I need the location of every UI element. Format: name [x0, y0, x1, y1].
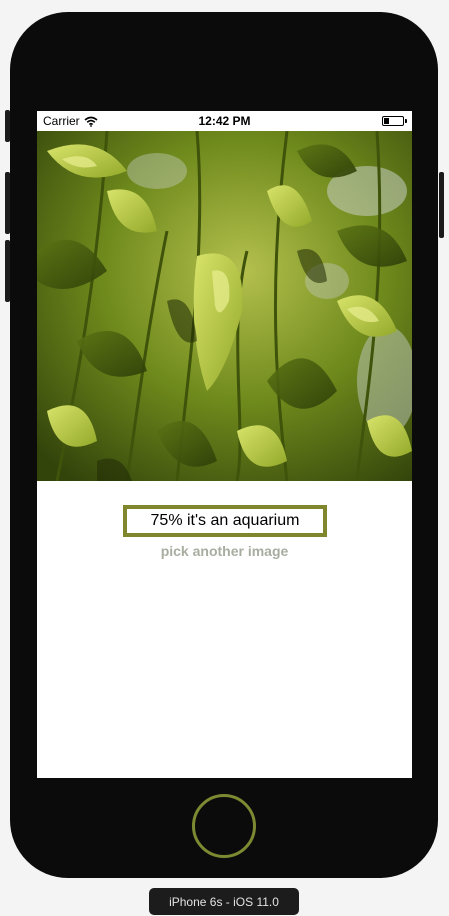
- leaves-photo[interactable]: [37, 131, 412, 481]
- mute-switch[interactable]: [5, 110, 10, 142]
- volume-up-button[interactable]: [5, 172, 10, 234]
- device-label-text: iPhone 6s - iOS 11.0: [169, 894, 279, 909]
- battery-level-fill: [384, 118, 389, 124]
- status-time: 12:42 PM: [198, 114, 251, 128]
- simulator-stage: Carrier 12:42 PM 75% it's an aquarium pi…: [0, 0, 449, 916]
- pick-another-image-button[interactable]: pick another image: [37, 543, 412, 559]
- home-button[interactable]: [192, 794, 256, 858]
- prediction-label: 75% it's an aquarium: [150, 512, 300, 529]
- simulator-device-label: iPhone 6s - iOS 11.0: [149, 888, 299, 915]
- status-bar: Carrier 12:42 PM: [37, 111, 412, 131]
- prediction-result: 75% it's an aquarium: [123, 505, 327, 537]
- volume-down-button[interactable]: [5, 240, 10, 302]
- power-button[interactable]: [439, 172, 444, 238]
- device-screen: Carrier 12:42 PM 75% it's an aquarium pi…: [37, 111, 412, 778]
- battery-icon: [382, 116, 407, 126]
